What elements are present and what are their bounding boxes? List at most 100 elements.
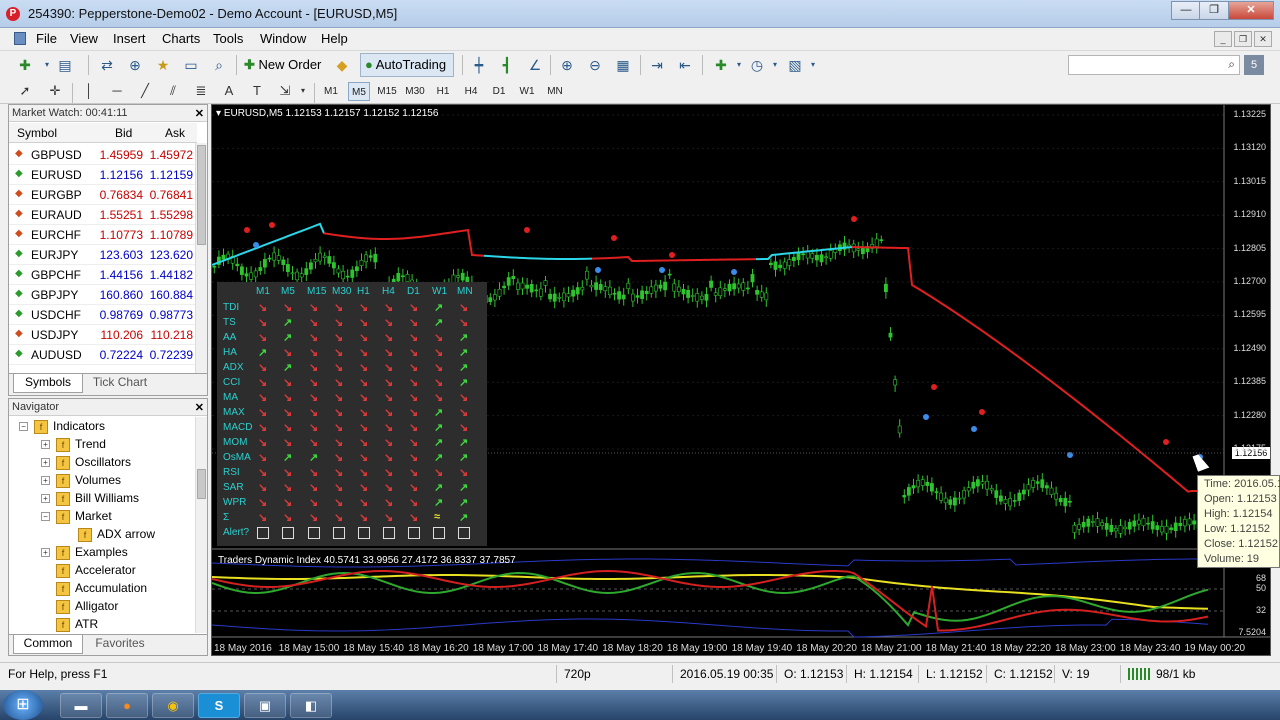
navigator-close-icon[interactable]: ✕ [195,400,204,417]
timeframe-m30-button[interactable]: M30 [402,82,428,101]
navigator-item[interactable]: + f Trend [41,435,106,453]
navigator-item[interactable]: f ADX arrow [63,525,155,543]
menu-view[interactable]: View [70,31,98,46]
market-watch-row[interactable]: ◆ GBPCHF 1.44156 1.44182 [9,265,197,285]
strategy-tester-icon[interactable]: ⌕ [208,54,230,76]
market-watch-scrollbar[interactable] [195,143,207,373]
explorer-icon[interactable]: ▬ [60,693,102,718]
alert-checkbox[interactable] [408,527,420,539]
templates-dropdown-icon[interactable]: ▾ [802,54,824,76]
candlestick-icon[interactable]: ┫ [496,54,518,76]
zoom-out-icon[interactable]: ⊖ [584,54,606,76]
menu-file[interactable]: File [36,31,57,46]
ask-column-header[interactable]: Ask [165,126,185,140]
autotrading-button[interactable]: ● AutoTrading [360,53,454,77]
timeframe-h1-button[interactable]: H1 [432,82,454,101]
fibonacci-icon[interactable]: ≣ [190,81,212,101]
horizontal-line-icon[interactable]: ─ [106,81,128,101]
navigator-item[interactable]: − f Indicators [19,417,105,435]
market-watch-row[interactable]: ◆ GBPUSD 1.45959 1.45972 [9,145,197,165]
timeframe-w1-button[interactable]: W1 [516,82,538,101]
expand-icon[interactable]: + [41,458,50,468]
navigator-item[interactable]: + f Bill Williams [41,489,139,507]
tab-tick-chart[interactable]: Tick Chart [85,374,155,393]
terminal-icon[interactable]: ▭ [180,54,202,76]
market-watch-icon[interactable]: ⇄ [96,54,118,76]
alert-checkbox[interactable] [308,527,320,539]
vertical-line-icon[interactable]: │ [78,81,100,101]
menu-help[interactable]: Help [321,31,348,46]
tile-windows-icon[interactable]: ▦ [612,54,634,76]
line-chart-icon[interactable]: ∠ [524,54,546,76]
timeframe-m1-button[interactable]: M1 [320,82,342,101]
timeframe-h4-button[interactable]: H4 [460,82,482,101]
maximize-button[interactable]: ❐ [1199,1,1229,20]
collapse-icon[interactable]: − [19,422,28,432]
market-watch-row[interactable]: ◆ EURAUD 1.55251 1.55298 [9,205,197,225]
start-button[interactable]: ⊞ [3,690,43,720]
timeframe-m5-button[interactable]: M5 [348,82,370,101]
cursor-icon[interactable]: ➚ [14,81,36,101]
tab-favorites[interactable]: Favorites [85,635,155,654]
minimize-button[interactable]: — [1171,1,1201,20]
auto-scroll-icon[interactable]: ⇥ [646,54,668,76]
market-watch-row[interactable]: ◆ EURCHF 1.10773 1.10789 [9,225,197,245]
timeframe-m15-button[interactable]: M15 [374,82,400,101]
menu-insert[interactable]: Insert [113,31,146,46]
navigator-item[interactable]: f Alligator [41,597,118,615]
navigator-item[interactable]: f Accumulation [41,579,147,597]
market-watch-row[interactable]: ◆ EURJPY 123.603 123.620 [9,245,197,265]
menu-tools[interactable]: Tools [213,31,243,46]
text-label-icon[interactable]: T [246,81,268,101]
market-watch-scroll-thumb[interactable] [197,145,206,245]
crosshair-icon[interactable]: ✛ [44,81,66,101]
trendline-icon[interactable]: ╱ [134,81,156,101]
navigator-item[interactable]: f Accelerator [41,561,136,579]
new-order-button[interactable]: ✚ New Order [244,54,328,76]
collapse-icon[interactable]: − [41,512,50,522]
channel-icon[interactable]: ⫽ [162,81,184,101]
alert-checkbox[interactable] [458,527,470,539]
alert-checkbox[interactable] [282,527,294,539]
chrome-icon[interactable]: ◉ [152,693,194,718]
community-icon[interactable]: 5 [1244,55,1264,75]
text-icon[interactable]: A [218,81,240,101]
expand-icon[interactable]: + [41,494,50,504]
close-button[interactable]: ✕ [1228,1,1274,20]
navigator-scrollbar[interactable] [195,417,207,633]
market-watch-row[interactable]: ◆ USDJPY 110.206 110.218 [9,325,197,345]
alert-checkbox[interactable] [257,527,269,539]
navigator-item[interactable]: f ATR [41,615,98,633]
profiles-icon[interactable]: ▤ [54,54,76,76]
market-watch-row[interactable]: ◆ AUDUSD 0.72224 0.72239 [9,345,197,365]
window-icon[interactable]: ▣ [244,693,286,718]
market-watch-close-icon[interactable]: ✕ [195,106,204,123]
navigator-scroll-thumb[interactable] [197,469,206,499]
mdi-minimize-button[interactable]: _ [1214,31,1232,47]
timeframe-d1-button[interactable]: D1 [488,82,510,101]
tab-symbols[interactable]: Symbols [13,374,83,393]
navigator-item[interactable]: + f Volumes [41,471,121,489]
market-watch-row[interactable]: ◆ EURUSD 1.12156 1.12159 [9,165,197,185]
alert-checkbox[interactable] [333,527,345,539]
data-window-icon[interactable]: ⊕ [124,54,146,76]
navigator-item[interactable]: + f Oscillators [41,453,131,471]
mdi-close-button[interactable]: ✕ [1254,31,1272,47]
alert-checkbox[interactable] [433,527,445,539]
symbol-column-header[interactable]: Symbol [17,126,57,140]
tab-common[interactable]: Common [13,635,83,654]
expand-icon[interactable]: + [41,476,50,486]
navigator-item[interactable]: + f Examples [41,543,128,561]
chart-window[interactable]: ▾ EURUSD,M5 1.12153 1.12157 1.12152 1.12… [211,104,1271,656]
skype-icon[interactable]: S [198,693,240,718]
menu-window[interactable]: Window [260,31,306,46]
navigator-item[interactable]: − f Market [41,507,112,525]
menu-charts[interactable]: Charts [162,31,200,46]
mdi-restore-button[interactable]: ❐ [1234,31,1252,47]
market-watch-row[interactable]: ◆ USDCHF 0.98769 0.98773 [9,305,197,325]
app-icon[interactable]: ◧ [290,693,332,718]
zoom-in-icon[interactable]: ⊕ [556,54,578,76]
new-chart-icon[interactable]: ✚ [14,54,36,76]
bar-chart-icon[interactable]: ┿ [468,54,490,76]
expand-icon[interactable]: + [41,440,50,450]
